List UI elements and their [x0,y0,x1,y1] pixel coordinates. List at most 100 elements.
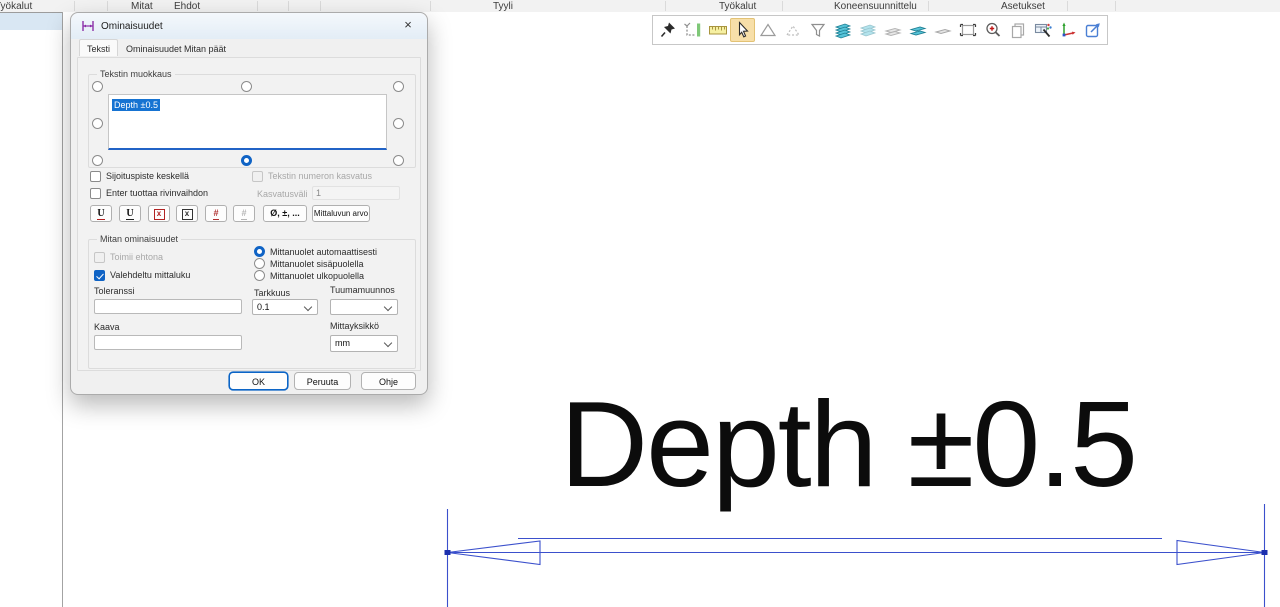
tool-screen-picker[interactable] [1030,18,1055,42]
close-icon[interactable]: × [395,15,421,36]
tolerance-label: Toleranssi [94,286,135,296]
coordinate-axes-icon [1058,20,1078,40]
tool-pin[interactable] [655,18,680,42]
text-anchor-top-left[interactable] [92,81,103,92]
tool-layers-two[interactable] [905,18,930,42]
text-anchor-top-center[interactable] [241,81,252,92]
tool-triangle[interactable] [755,18,780,42]
layers-stack-faded-icon [858,20,878,40]
checkbox-fake-dimension-value[interactable] [94,270,105,281]
filter-icon [808,20,828,40]
menubar-separator [782,1,783,11]
dimension-text-editor[interactable]: Depth ±0.5 [108,94,387,150]
checkbox-fake-dimension-value-label: Valehdeltu mittaluku [110,270,190,280]
text-anchor-bottom-right[interactable] [393,155,404,166]
checkbox-placement-center[interactable] [90,171,101,182]
inch-conversion-dropdown[interactable] [330,299,398,315]
formula-label: Kaava [94,322,120,332]
checkbox-enter-newline[interactable] [90,188,101,199]
tool-copy-page[interactable] [1005,18,1030,42]
inch-conversion-label: Tuumamuunnos [330,285,395,295]
menubar-separator [320,1,321,11]
radio-arrows-inside-label: Mittanuolet sisäpuolella [270,259,364,269]
format-underline-red-button[interactable]: U [90,205,112,222]
text-anchor-middle-left[interactable] [92,118,103,129]
dimension-text[interactable]: Depth ±0.5 [560,383,1136,505]
tool-layer-single[interactable] [930,18,955,42]
radio-arrows-inside[interactable] [254,258,265,269]
ruler-icon [708,20,728,40]
tool-export-view[interactable] [1080,18,1105,42]
radio-arrows-outside[interactable] [254,270,265,281]
toolbar [652,15,1108,45]
dialog-titlebar[interactable]: Ominaisuudet × [71,13,427,39]
measurement-unit-dropdown[interactable]: mm [330,335,398,352]
text-anchor-bottom-left[interactable] [92,155,103,166]
formula-input[interactable] [94,335,242,350]
menu-koneensuunnittelu[interactable]: Koneensuunnittelu [834,0,917,12]
format-dimension-mark-red-button[interactable]: # [205,205,227,222]
fit-view-icon [683,20,703,40]
screen-picker-icon [1033,20,1053,40]
precision-dropdown[interactable]: 0.1 [252,299,318,315]
insert-symbols-button[interactable]: Ø, ±, ... [263,205,307,222]
menu-tyyli[interactable]: Tyyli [493,0,513,12]
menu-mitat[interactable]: Mitat [131,0,153,12]
menubar-separator [928,1,929,11]
ok-button[interactable]: OK [229,372,288,390]
tool-selection-frame[interactable] [955,18,980,42]
tool-zoom-in[interactable] [980,18,1005,42]
menubar-separator [74,1,75,11]
tab-mitan-paat[interactable]: Mitan päät [177,41,233,56]
format-box-red-button[interactable]: x [148,205,170,222]
left-panel-header [0,12,62,30]
menu-tyokalut-left[interactable]: Työkalut [0,0,32,12]
left-panel [0,12,63,607]
format-dimension-mark-button: # [233,205,255,222]
checkbox-acts-as-condition [94,252,105,263]
app-window: { "menubar": { "items": ["Työkalut", "Mi… [0,0,1280,607]
tool-layers-flat-disabled[interactable] [880,18,905,42]
radio-arrows-automatic[interactable] [254,246,265,257]
menubar-separator [257,1,258,11]
dimension-value-button[interactable]: Mittaluvun arvo [312,205,370,222]
menubar-separator [665,1,666,11]
dimension-dialog-icon [81,19,95,33]
layers-flat-disabled-icon [883,20,903,40]
menubar-separator [1115,1,1116,11]
tool-layers-stack[interactable] [830,18,855,42]
text-anchor-bottom-center[interactable] [241,155,252,166]
text-anchor-top-right[interactable] [393,81,404,92]
selection-frame-icon [958,20,978,40]
box-glyph: x [182,209,193,220]
menu-ehdot[interactable]: Ehdot [174,0,200,12]
checkbox-acts-as-condition-label: Toimii ehtona [110,252,163,262]
tool-filter[interactable] [805,18,830,42]
underline-red-glyph: U [97,208,104,220]
tool-triangle-dashed[interactable] [780,18,805,42]
growth-interval-label: Kasvatusväli [257,189,308,199]
tool-layers-stack-faded[interactable] [855,18,880,42]
tool-ruler[interactable] [705,18,730,42]
menu-asetukset[interactable]: Asetukset [1001,0,1045,12]
box-red-glyph: x [154,209,165,220]
format-box-button[interactable]: x [176,205,198,222]
text-anchor-middle-right[interactable] [393,118,404,129]
select-cursor-icon [733,20,753,40]
tab-teksti[interactable]: Teksti [79,39,118,56]
triangle-dashed-icon [783,20,803,40]
layers-two-icon [908,20,928,40]
tool-select-cursor[interactable] [730,18,755,42]
help-button[interactable]: Ohje [361,372,416,390]
tool-fit-view[interactable] [680,18,705,42]
triangle-icon [758,20,778,40]
cancel-button[interactable]: Peruuta [294,372,351,390]
tolerance-input[interactable] [94,299,242,314]
dimension-mark-red-glyph: # [213,208,218,220]
format-underline-button[interactable]: U [119,205,141,222]
checkbox-number-growth-label: Tekstin numeron kasvatus [268,171,372,181]
checkbox-placement-center-label: Sijoituspiste keskellä [106,171,189,181]
menu-tyokalut-right[interactable]: Työkalut [719,0,756,12]
tool-coordinate-axes[interactable] [1055,18,1080,42]
underline-glyph: U [126,208,133,220]
